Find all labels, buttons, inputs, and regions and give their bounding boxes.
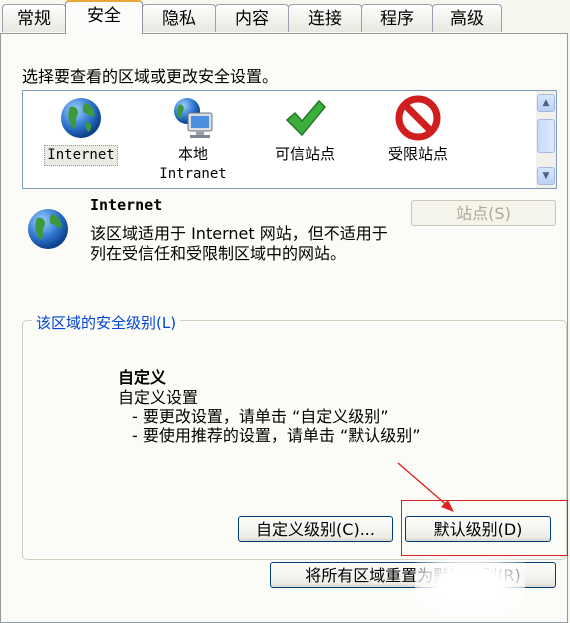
zone-internet[interactable]: Internet <box>31 95 131 166</box>
zone-trusted-sites[interactable]: 可信站点 <box>255 95 355 164</box>
globe-icon <box>61 98 101 138</box>
zone-trusted-sites-label: 可信站点 <box>274 145 335 163</box>
zone-internet-label: Internet <box>44 145 118 166</box>
zone-restricted-sites[interactable]: 受限站点 <box>368 95 468 164</box>
tab-security[interactable]: 安全 <box>65 0 143 34</box>
globe-icon <box>28 209 68 249</box>
custom-level-button[interactable]: 自定义级别(C)... <box>238 516 393 542</box>
watermark-blur <box>415 556 525 616</box>
scroll-down-button[interactable]: ▼ <box>537 167 555 185</box>
scroll-thumb[interactable] <box>537 119 555 153</box>
security-level-description: 自定义设置 - 要更改设置，请单击 “自定义级别” - 要使用推荐的设置，请单击… <box>118 388 421 445</box>
zone-description: 该区域适用于 Internet 网站，但不适用于列在受信任和受限制区域中的网站。 <box>90 224 388 263</box>
tab-programs[interactable]: 程序 <box>361 4 433 32</box>
zone-title: Internet <box>90 196 163 214</box>
zone-local-intranet-label2: Intranet <box>159 166 227 182</box>
tab-bar: 常规 安全 隐私 内容 连接 程序 高级 <box>0 0 570 34</box>
level-line: - 要使用推荐的设置，请单击 “默认级别” <box>132 426 421 445</box>
tab-privacy[interactable]: 隐私 <box>142 4 216 32</box>
zone-restricted-sites-label: 受限站点 <box>387 145 448 163</box>
sites-button[interactable]: 站点(S) <box>411 200 556 226</box>
annotation-arrow <box>397 462 454 512</box>
checkmark-icon <box>285 99 327 137</box>
tab-content[interactable]: 内容 <box>215 4 289 32</box>
zone-local-intranet[interactable]: 本地 Intranet <box>143 95 243 184</box>
tab-connections[interactable]: 连接 <box>288 4 362 32</box>
zone-list: Internet 本地 Intranet 可信站点 受限站点 ▲ ▼ <box>22 90 557 189</box>
scroll-up-button[interactable]: ▲ <box>537 94 555 112</box>
security-level-name: 自定义 <box>118 368 167 387</box>
local-intranet-icon <box>174 98 213 138</box>
restricted-icon <box>395 95 441 141</box>
tab-general[interactable]: 常规 <box>2 4 66 32</box>
zone-prompt: 选择要查看的区域或更改安全设置。 <box>22 67 279 86</box>
zone-local-intranet-label: 本地 <box>177 145 208 163</box>
level-line: 自定义设置 <box>118 388 199 407</box>
tab-advanced[interactable]: 高级 <box>432 4 502 32</box>
security-level-group-title: 该区域的安全级别(L) <box>32 312 181 333</box>
level-line: - 要更改设置，请单击 “自定义级别” <box>132 407 389 426</box>
zone-list-scrollbar[interactable]: ▲ ▼ <box>536 91 556 188</box>
